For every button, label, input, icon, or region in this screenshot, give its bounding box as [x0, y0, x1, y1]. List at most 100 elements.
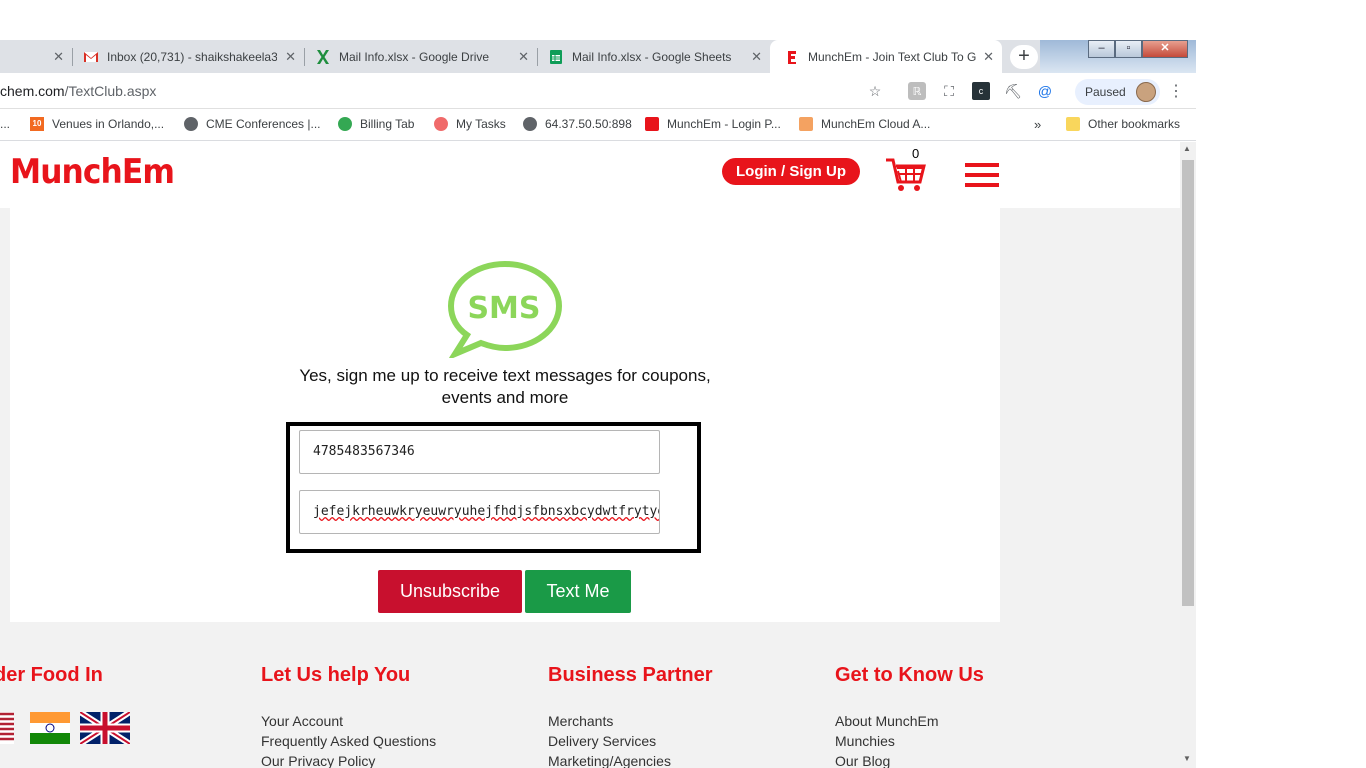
bookmark-item[interactable]: 64.37.50.50:898: [523, 117, 632, 131]
bookmark-item[interactable]: CME Conferences |...: [184, 117, 321, 131]
bookmark-label: Billing Tab: [360, 117, 415, 131]
scroll-up-icon[interactable]: ▲: [1183, 144, 1191, 153]
url-path: /TextClub.aspx: [64, 83, 157, 99]
screenshot-icon[interactable]: ⛶: [940, 82, 958, 100]
text-input[interactable]: jefejkrheuwkryeuwryuhejfhdjsfbnsxbcydwtf…: [299, 490, 660, 534]
us-flag-icon[interactable]: [0, 712, 14, 744]
signup-headline: Yes, sign me up to receive text messages…: [299, 366, 711, 407]
venues-icon: 10: [30, 117, 44, 131]
footer-heading: der Food In: [0, 664, 103, 686]
india-flag-icon[interactable]: [30, 712, 70, 744]
bookmark-item[interactable]: MunchEm Cloud A...: [799, 117, 930, 131]
screen: ✕ Inbox (20,731) - shaikshakeela3( ✕ Mai…: [0, 0, 1366, 768]
footer-column-partner: Business Partner Merchants Delivery Serv…: [548, 664, 713, 768]
text-me-button[interactable]: Text Me: [525, 570, 631, 613]
scroll-down-icon[interactable]: ▼: [1183, 754, 1191, 763]
gmail-icon: [84, 51, 98, 62]
window-close-icon[interactable]: ✕: [1142, 40, 1188, 58]
bookmark-label: Other bookmarks: [1088, 117, 1181, 131]
bookmark-label: ...: [0, 117, 11, 131]
close-icon[interactable]: ✕: [285, 49, 296, 65]
extension-icons: ☆ ℝ ⛶ c ⛏ @: [866, 82, 1068, 100]
maximize-icon[interactable]: ▫: [1115, 40, 1142, 58]
at-sign-icon[interactable]: @: [1036, 82, 1054, 100]
minimize-icon[interactable]: –: [1088, 40, 1115, 58]
paint-roller-icon[interactable]: ⛏: [1004, 82, 1022, 100]
footer-column-about: Get to Know Us About MunchEm Munchies Ou…: [835, 664, 984, 768]
mail-icon: [799, 117, 813, 131]
tab-title: Mail Info.xlsx - Google Sheets: [572, 49, 732, 64]
bookmark-item[interactable]: ...: [0, 117, 10, 131]
footer-link[interactable]: Munchies: [835, 731, 984, 751]
footer-column-order: der Food In: [0, 664, 103, 711]
avatar: [1135, 82, 1156, 102]
omnibar: chem.com/TextClub.aspx ☆ ℝ ⛶ c ⛏ @ Pause…: [0, 73, 1196, 109]
bookmarks-overflow-button[interactable]: »: [1034, 117, 1041, 132]
extension-icon[interactable]: ℝ: [908, 82, 926, 100]
bookmark-item[interactable]: MunchEm - Login P...: [645, 117, 781, 131]
address-bar[interactable]: chem.com/TextClub.aspx: [0, 83, 156, 99]
tab-separator: [72, 48, 73, 66]
other-bookmarks[interactable]: Other bookmarks: [1066, 117, 1180, 131]
tab-separator: [537, 48, 538, 66]
scrollbar[interactable]: ▲ ▼: [1180, 142, 1196, 768]
footer-link[interactable]: Your Account: [261, 711, 436, 731]
tab-title: Mail Info.xlsx - Google Drive: [339, 49, 490, 64]
excel-icon: [317, 49, 329, 64]
footer-link[interactable]: Our Privacy Policy: [261, 751, 436, 768]
site-footer: der Food In Let Us help You Your Account…: [0, 622, 1180, 768]
close-icon[interactable]: ✕: [518, 49, 529, 65]
close-icon[interactable]: ✕: [53, 49, 64, 65]
profile-button[interactable]: Paused: [1075, 79, 1160, 105]
bookmarks-bar: ... 10 Venues in Orlando,... CME Conferen…: [0, 109, 1196, 141]
tab-sheets[interactable]: Mail Info.xlsx - Google Sheets ✕: [537, 40, 770, 73]
login-signup-button[interactable]: Login / Sign Up: [722, 158, 860, 185]
unsubscribe-button[interactable]: Unsubscribe: [378, 570, 522, 613]
close-icon[interactable]: ✕: [751, 49, 762, 65]
bookmark-label: Venues in Orlando,...: [52, 117, 165, 131]
globe-icon: [523, 117, 537, 131]
bookmark-label: CME Conferences |...: [206, 117, 321, 131]
footer-heading: Let Us help You: [261, 664, 411, 686]
bookmark-item[interactable]: Billing Tab: [338, 117, 414, 131]
footer-link[interactable]: About MunchEm: [835, 711, 984, 731]
new-tab-button[interactable]: +: [1010, 45, 1038, 69]
phone-input[interactable]: 4785483567346: [299, 430, 660, 474]
page-viewport: MunchEm Login / Sign Up 0 SMS Yes, sign …: [0, 142, 1180, 768]
footer-link[interactable]: Our Blog: [835, 751, 984, 768]
tab-drive[interactable]: Mail Info.xlsx - Google Drive ✕: [304, 40, 537, 73]
footer-link[interactable]: Frequently Asked Questions: [261, 731, 436, 751]
extension-icon[interactable]: c: [972, 82, 990, 100]
bookmark-label: 64.37.50.50:898: [545, 117, 632, 131]
profile-status: Paused: [1085, 85, 1126, 99]
language-flags: [0, 712, 140, 744]
cart-icon[interactable]: [884, 154, 926, 194]
munchem-login-icon: [645, 117, 659, 131]
star-icon[interactable]: ☆: [866, 82, 884, 100]
folder-icon: [1066, 117, 1080, 131]
window-controls: – ▫ ✕: [1088, 40, 1188, 60]
footer-link[interactable]: Delivery Services: [548, 731, 713, 751]
bookmark-item[interactable]: 10 Venues in Orlando,...: [30, 117, 164, 131]
asana-icon: [434, 117, 448, 131]
tab-separator: [304, 48, 305, 66]
hamburger-menu-icon[interactable]: [965, 163, 999, 187]
menu-icon[interactable]: ⋮: [1168, 81, 1184, 101]
bookmark-item[interactable]: My Tasks: [434, 117, 506, 131]
munchem-logo[interactable]: MunchEm: [10, 152, 175, 192]
footer-link[interactable]: Merchants: [548, 711, 713, 731]
tab-partial[interactable]: ✕: [0, 40, 72, 73]
clover-icon: [338, 117, 352, 131]
tab-gmail[interactable]: Inbox (20,731) - shaikshakeela3( ✕: [72, 40, 304, 73]
scroll-thumb[interactable]: [1182, 160, 1194, 606]
footer-heading: Business Partner: [548, 664, 713, 686]
footer-link[interactable]: Marketing/Agencies: [548, 751, 713, 768]
tab-strip: ✕ Inbox (20,731) - shaikshakeela3( ✕ Mai…: [0, 40, 1196, 73]
munchem-icon: [788, 50, 796, 64]
footer-heading: Get to Know Us: [835, 664, 984, 686]
bookmark-label: MunchEm Cloud A...: [821, 117, 931, 131]
close-icon[interactable]: ✕: [983, 49, 994, 65]
tab-munchem[interactable]: MunchEm - Join Text Club To G ✕: [770, 40, 1002, 73]
sheets-icon: [550, 49, 562, 64]
uk-flag-icon[interactable]: [80, 712, 130, 744]
